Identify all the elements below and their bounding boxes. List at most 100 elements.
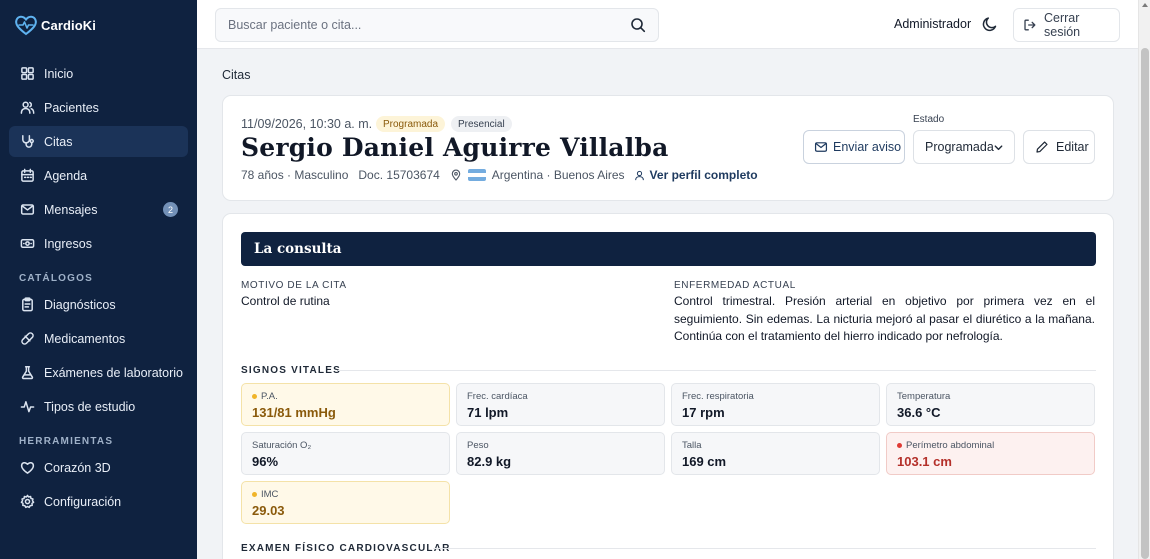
calendar-icon <box>19 168 35 184</box>
mail-icon <box>814 142 828 152</box>
vital-temperatura: Temperatura 36.6 °C <box>886 383 1095 426</box>
consultation-section-header: La consulta <box>241 232 1096 266</box>
sidebar-item-corazon-3d[interactable]: Corazón 3D <box>9 452 188 483</box>
moon-icon[interactable] <box>981 15 999 33</box>
sidebar-item-medicamentos[interactable]: Medicamentos <box>9 323 188 354</box>
search-input[interactable] <box>216 9 616 41</box>
vital-value: 103.1 cm <box>897 454 952 469</box>
vital-perimetro-abdominal: Perímetro abdominal 103.1 cm <box>886 432 1095 475</box>
pencil-icon <box>1036 141 1048 153</box>
vital-label: Saturación O₂ <box>252 440 312 451</box>
sidebar-item-label: Exámenes de laboratorio <box>44 365 183 380</box>
sidebar-item-label: Medicamentos <box>44 331 126 346</box>
logout-button[interactable]: Cerrar sesión <box>1013 8 1120 42</box>
vital-label-row: P.A. <box>252 391 278 402</box>
vital-label: Peso <box>467 440 489 451</box>
send-notice-button[interactable]: Enviar aviso <box>803 130 905 164</box>
edit-button[interactable]: Editar <box>1023 130 1095 164</box>
reason-label: MOTIVO DE LA CITA <box>241 280 347 291</box>
current-illness-text: Control trimestral. Presión arterial en … <box>674 294 1095 343</box>
section-title-herramientas: HERRAMIENTAS <box>19 436 114 447</box>
sidebar-item-inicio[interactable]: Inicio <box>9 58 188 89</box>
argentina-flag-icon <box>467 169 486 181</box>
sidebar-item-agenda[interactable]: Agenda <box>9 160 188 191</box>
top-bar: Administrador Cerrar sesión <box>197 0 1138 49</box>
vital-value: 82.9 kg <box>467 454 512 469</box>
view-profile-label: Ver perfil completo <box>649 168 758 182</box>
sidebar-item-configuracion[interactable]: Configuración <box>9 486 188 517</box>
scroll-up-icon[interactable] <box>1142 3 1148 7</box>
vitals-title: SIGNOS VITALES <box>241 365 341 376</box>
patient-document: Doc. 15703674 <box>358 168 440 182</box>
vital-peso: Peso 82.9 kg <box>456 432 665 475</box>
vital-frecuencia-respiratoria: Frec. respiratoria 17 rpm <box>671 383 880 426</box>
sidebar-item-ingresos[interactable]: Ingresos <box>9 228 188 259</box>
sidebar-item-diagnosticos[interactable]: Diagnósticos <box>9 289 188 320</box>
sidebar-item-citas[interactable]: Citas <box>9 126 188 157</box>
logout-label: Cerrar sesión <box>1044 11 1081 39</box>
sidebar-item-label: Pacientes <box>44 100 99 115</box>
sidebar-item-label: Configuración <box>44 494 122 509</box>
estado-label: Estado <box>913 114 945 125</box>
vital-label: Talla <box>682 440 702 451</box>
warning-dot-icon <box>252 394 257 399</box>
vital-imc: IMC 29.03 <box>241 481 450 524</box>
sidebar-item-pacientes[interactable]: Pacientes <box>9 92 188 123</box>
modality-badge: Presencial <box>451 116 512 132</box>
clipboard-icon <box>19 297 35 313</box>
appointment-header-card: 11/09/2026, 10:30 a. m. Programada Prese… <box>222 95 1114 201</box>
current-illness-label: ENFERMEDAD ACTUAL <box>674 280 796 291</box>
sidebar-item-label: Inicio <box>44 66 74 81</box>
status-badge: Programada <box>376 116 446 132</box>
view-profile-link[interactable]: Ver perfil completo <box>634 168 758 182</box>
vital-label: Temperatura <box>897 391 951 402</box>
sidebar-item-examenes[interactable]: Exámenes de laboratorio <box>9 357 188 388</box>
vital-label: Perímetro abdominal <box>906 440 995 451</box>
divider <box>433 548 1096 549</box>
gear-icon <box>19 494 35 510</box>
pill-icon <box>19 331 35 347</box>
chevron-down-icon <box>994 145 1003 151</box>
vital-label-row: IMC <box>252 489 278 500</box>
vital-value: 96% <box>252 454 279 469</box>
patient-name: Sergio Daniel Aguirre Villalba <box>241 133 669 162</box>
estado-value: Programada <box>925 140 994 154</box>
user-icon <box>634 170 644 180</box>
mail-icon <box>19 202 35 218</box>
send-notice-label: Enviar aviso <box>833 140 902 154</box>
search-icon[interactable] <box>630 17 646 33</box>
breadcrumb[interactable]: Citas <box>222 68 250 82</box>
patient-location: Argentina · Buenos Aires <box>491 168 625 182</box>
scrollbar-thumb[interactable] <box>1141 48 1149 559</box>
user-name: Administrador <box>894 17 972 31</box>
app-name: CardioKi <box>41 17 96 33</box>
flask-icon <box>19 365 35 381</box>
sidebar-item-label: Diagnósticos <box>44 297 116 312</box>
sidebar-item-mensajes[interactable]: Mensajes 2 <box>9 194 188 225</box>
search-box <box>215 8 659 42</box>
vital-value: 169 cm <box>682 454 727 469</box>
estado-select[interactable]: Programada <box>913 130 1015 164</box>
vital-saturacion: Saturación O₂ 96% <box>241 432 450 475</box>
app-logo[interactable]: CardioKi <box>14 14 96 36</box>
vital-frecuencia-cardiaca: Frec. cardíaca 71 lpm <box>456 383 665 426</box>
vital-label: Frec. respiratoria <box>682 391 754 402</box>
vital-talla: Talla 169 cm <box>671 432 880 475</box>
vital-label: Frec. cardíaca <box>467 391 528 402</box>
unread-badge: 2 <box>163 202 178 217</box>
sidebar-item-tipos-estudio[interactable]: Tipos de estudio <box>9 391 188 422</box>
section-title-catalogos: CATÁLOGOS <box>19 273 93 284</box>
vital-value: 71 lpm <box>467 405 509 420</box>
divider <box>338 370 1096 371</box>
logout-icon <box>1024 19 1036 31</box>
vital-value: 29.03 <box>252 503 285 518</box>
sidebar-item-label: Mensajes <box>44 202 98 217</box>
vital-presion-arterial: P.A. 131/81 mmHg <box>241 383 450 426</box>
consultation-card: La consulta MOTIVO DE LA CITA Control de… <box>222 213 1114 559</box>
location-pin-icon <box>451 169 461 181</box>
stethoscope-icon <box>19 134 35 150</box>
edit-label: Editar <box>1056 140 1089 154</box>
reason-value: Control de rutina <box>241 294 330 308</box>
page-scrollbar[interactable] <box>1138 0 1150 559</box>
vital-label: P.A. <box>261 391 278 402</box>
